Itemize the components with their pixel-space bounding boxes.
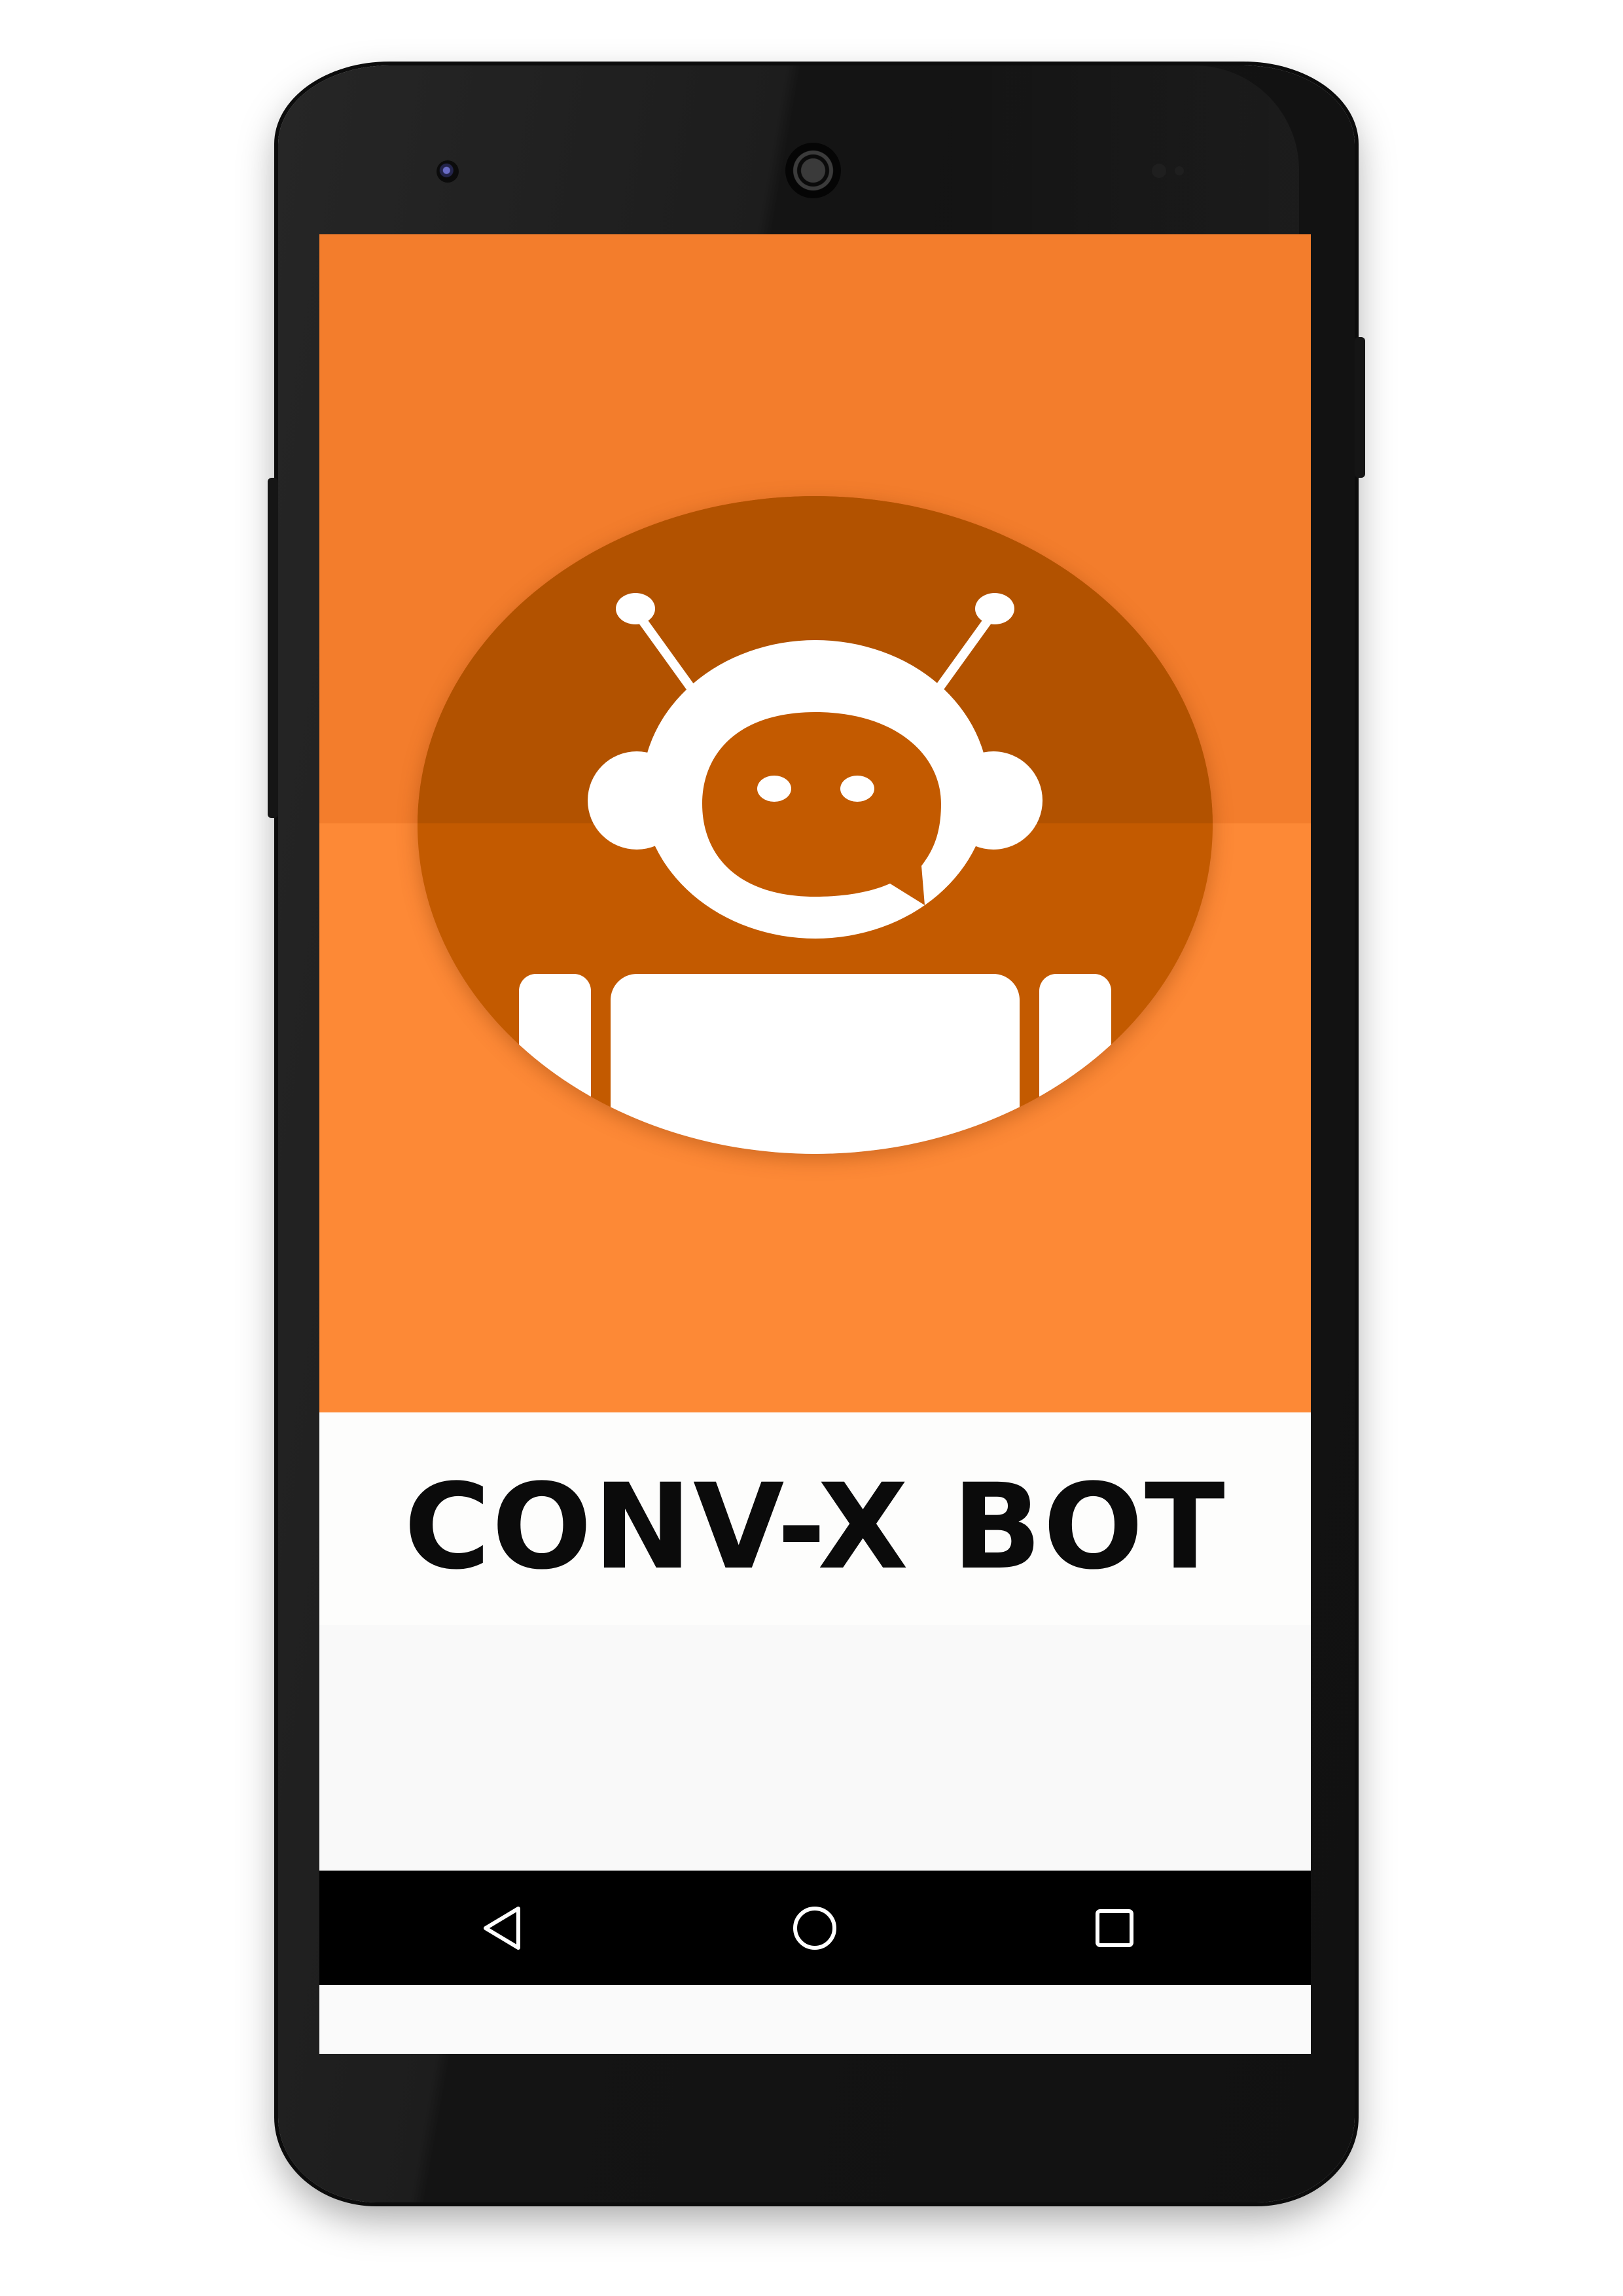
home-button[interactable] — [762, 1871, 867, 1985]
app-screen: CONV-X BOT — [319, 234, 1311, 2054]
phone-highlight — [933, 65, 1299, 236]
light-sensor-icon — [1175, 166, 1184, 175]
robot-chat-icon — [519, 593, 1111, 1154]
recents-square-icon — [1096, 1909, 1133, 1947]
content-area — [319, 1625, 1311, 1871]
back-triangle-icon — [484, 1906, 520, 1950]
volume-button — [268, 478, 278, 818]
title-band: CONV-X BOT — [319, 1412, 1311, 1625]
front-camera-icon — [437, 160, 459, 183]
back-button[interactable] — [450, 1871, 555, 1985]
app-logo — [418, 496, 1213, 1154]
app-title: CONV-X BOT — [404, 1458, 1226, 1596]
recents-button[interactable] — [1062, 1871, 1167, 1985]
proximity-sensor-icon — [1152, 164, 1166, 178]
speaker-grille-icon — [785, 143, 841, 198]
phone-frame: CONV-X BOT — [268, 65, 1365, 2202]
navigation-bar — [319, 1871, 1311, 1985]
power-button — [1355, 337, 1365, 478]
splash-hero — [319, 234, 1311, 1412]
home-circle-icon — [793, 1906, 836, 1950]
